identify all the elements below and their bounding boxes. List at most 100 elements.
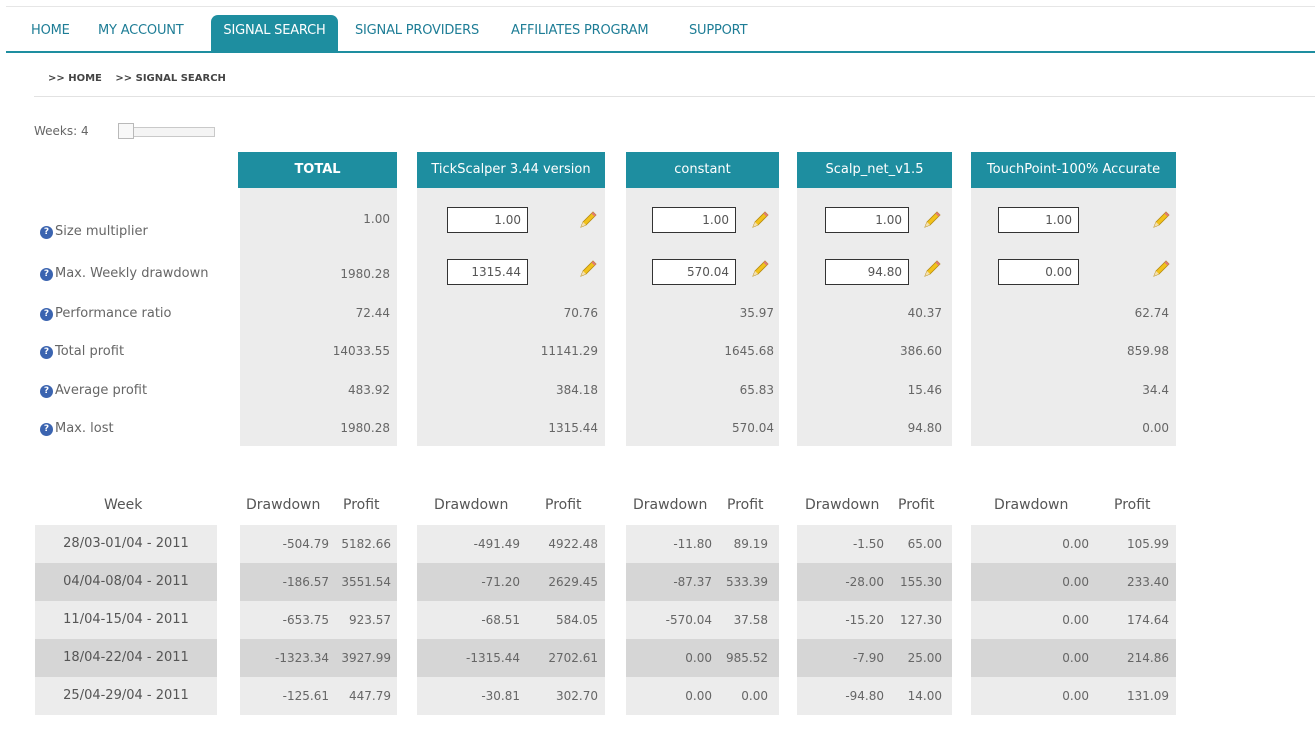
drawdown-value: -30.81 [481, 689, 520, 703]
top-divider [6, 6, 1315, 7]
column-header-touchpoint[interactable]: TouchPoint-100% Accurate [971, 152, 1176, 188]
drawdown-header: Drawdown [246, 497, 321, 513]
profit-value: 25.00 [907, 651, 942, 665]
profit-value: 0.00 [741, 689, 768, 703]
pencil-icon[interactable] [1151, 259, 1171, 279]
drawdown-header: Drawdown [805, 497, 880, 513]
info-icon[interactable]: ? [40, 308, 53, 321]
weeks-label: Weeks: 4 [34, 124, 89, 138]
stat-value: 1315.44 [548, 421, 598, 435]
drawdown-value: -1.50 [852, 537, 884, 551]
column-header-scalp-net[interactable]: Scalp_net_v1.5 [797, 152, 952, 188]
week-cell: 11/04-15/04 - 2011 [35, 601, 217, 639]
profit-header: Profit [1114, 497, 1151, 513]
column-header-constant[interactable]: constant [626, 152, 779, 188]
drawdown-value: -94.80 [845, 689, 884, 703]
breadcrumb: >> HOME >> SIGNAL SEARCH [48, 73, 236, 84]
profit-value: 105.99 [1127, 537, 1169, 551]
profit-value: 174.64 [1127, 613, 1169, 627]
week-column-header: Week [104, 497, 143, 513]
stat-value: 859.98 [1127, 344, 1169, 358]
stat-value: 15.46 [907, 383, 942, 397]
stat-value: 11141.29 [540, 344, 598, 358]
breadcrumb-home[interactable]: >> HOME [48, 73, 102, 84]
info-icon[interactable]: ? [40, 385, 53, 398]
stat-value: 0.00 [1142, 421, 1169, 435]
drawdown-value: -1315.44 [466, 651, 520, 665]
info-icon[interactable]: ? [40, 346, 53, 359]
drawdown-header: Drawdown [434, 497, 509, 513]
size-multiplier-label: ? Size multiplier [40, 224, 148, 239]
weeks-slider-handle[interactable] [118, 123, 134, 139]
drawdown-value: -68.51 [481, 613, 520, 627]
size-multiplier-input[interactable]: 1.00 [825, 207, 909, 233]
nav-my-account[interactable]: MY ACCOUNT [98, 15, 184, 51]
max-weekly-drawdown-input[interactable]: 570.04 [652, 259, 736, 285]
pencil-icon[interactable] [1151, 210, 1171, 230]
drawdown-value: -28.00 [845, 575, 884, 589]
profit-value: 65.00 [907, 537, 942, 551]
total-size-multiplier: 1.00 [363, 212, 390, 226]
max-lost-label: ? Max. lost [40, 421, 114, 436]
drawdown-value: -570.04 [665, 613, 712, 627]
pencil-icon[interactable] [578, 259, 598, 279]
stat-value: 14033.55 [332, 344, 390, 358]
info-icon[interactable]: ? [40, 268, 53, 281]
pencil-icon[interactable] [578, 210, 598, 230]
pencil-icon[interactable] [750, 210, 770, 230]
size-multiplier-input[interactable]: 1.00 [998, 207, 1079, 233]
stat-value: 72.44 [355, 306, 390, 320]
drawdown-value: 0.00 [1062, 651, 1089, 665]
profit-value: 3551.54 [341, 575, 391, 589]
profit-value: 447.79 [349, 689, 391, 703]
stat-value: 1645.68 [724, 344, 774, 358]
max-weekly-drawdown-input[interactable]: 0.00 [998, 259, 1079, 285]
profit-value: 127.30 [900, 613, 942, 627]
max-weekly-drawdown-input[interactable]: 94.80 [825, 259, 909, 285]
stat-value: 40.37 [907, 306, 942, 320]
breadcrumb-signal-search[interactable]: >> SIGNAL SEARCH [115, 73, 226, 84]
breadcrumb-divider [34, 96, 1315, 97]
week-cell: 25/04-29/04 - 2011 [35, 677, 217, 715]
profit-value: 37.58 [733, 613, 768, 627]
info-icon[interactable]: ? [40, 226, 53, 239]
nav-support[interactable]: SUPPORT [689, 15, 748, 51]
week-cell: 18/04-22/04 - 2011 [35, 639, 217, 677]
profit-value: 3927.99 [341, 651, 391, 665]
max-weekly-drawdown-input[interactable]: 1315.44 [447, 259, 528, 285]
nav-home[interactable]: HOME [31, 15, 70, 51]
drawdown-value: 0.00 [685, 689, 712, 703]
profit-value: 2702.61 [548, 651, 598, 665]
info-icon[interactable]: ? [40, 423, 53, 436]
nav-signal-search[interactable]: SIGNAL SEARCH [211, 15, 338, 51]
drawdown-value: -125.61 [282, 689, 329, 703]
max-weekly-drawdown-label: ? Max. Weekly drawdown [40, 266, 208, 281]
size-multiplier-input[interactable]: 1.00 [447, 207, 528, 233]
drawdown-value: -491.49 [473, 537, 520, 551]
profit-value: 233.40 [1127, 575, 1169, 589]
profit-value: 4922.48 [548, 537, 598, 551]
week-cell: 04/04-08/04 - 2011 [35, 563, 217, 601]
stat-value: 94.80 [907, 421, 942, 435]
stat-value: 65.83 [739, 383, 774, 397]
main-nav: HOME MY ACCOUNT SIGNAL SEARCH SIGNAL PRO… [6, 15, 1315, 53]
drawdown-header: Drawdown [633, 497, 708, 513]
pencil-icon[interactable] [922, 259, 942, 279]
nav-signal-providers[interactable]: SIGNAL PROVIDERS [355, 15, 479, 51]
drawdown-value: -504.79 [282, 537, 329, 551]
drawdown-value: -186.57 [282, 575, 329, 589]
profit-value: 89.19 [733, 537, 768, 551]
drawdown-value: -71.20 [481, 575, 520, 589]
stat-value: 386.60 [900, 344, 942, 358]
drawdown-value: -7.90 [852, 651, 884, 665]
profit-value: 302.70 [556, 689, 598, 703]
pencil-icon[interactable] [750, 259, 770, 279]
stat-value: 70.76 [563, 306, 598, 320]
drawdown-value: -653.75 [282, 613, 329, 627]
pencil-icon[interactable] [922, 210, 942, 230]
drawdown-value: 0.00 [1062, 575, 1089, 589]
size-multiplier-input[interactable]: 1.00 [652, 207, 736, 233]
profit-value: 584.05 [556, 613, 598, 627]
nav-affiliates-program[interactable]: AFFILIATES PROGRAM [511, 15, 649, 51]
column-header-tickscalper[interactable]: TickScalper 3.44 version [417, 152, 605, 188]
